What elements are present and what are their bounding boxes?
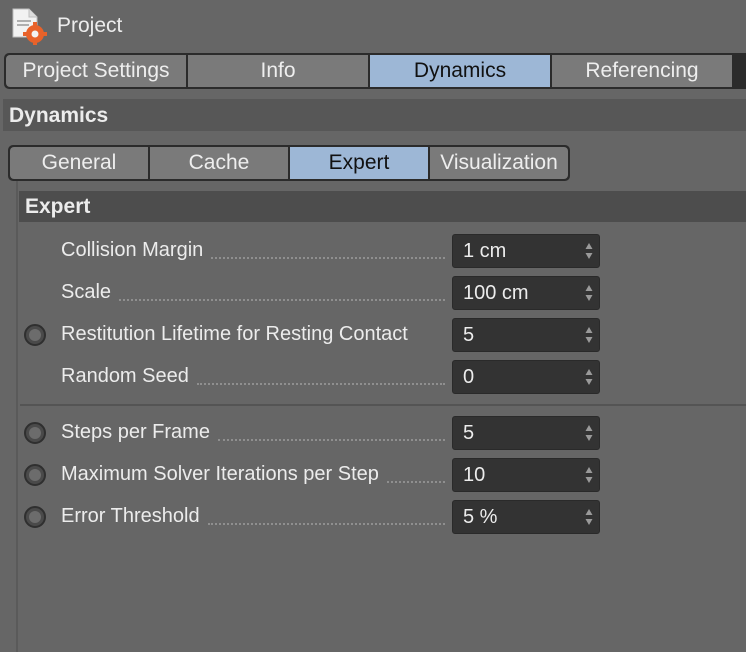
subtab-expert[interactable]: Expert <box>290 147 430 179</box>
leader-dots <box>386 467 445 483</box>
field-row-collision-margin: Collision Margin 1 cm <box>0 234 746 270</box>
spinner-arrows-icon[interactable] <box>585 466 593 484</box>
spinner-arrows-icon[interactable] <box>585 242 593 260</box>
animate-radio-button[interactable] <box>24 324 46 346</box>
field-row-restitution-lifetime: Restitution Lifetime for Resting Contact… <box>0 318 746 354</box>
spinner-arrows-icon[interactable] <box>585 508 593 526</box>
field-label: Error Threshold <box>61 505 445 528</box>
random-seed-input[interactable]: 0 <box>452 360 600 394</box>
field-row-max-solver-iterations: Maximum Solver Iterations per Step 10 <box>0 458 746 494</box>
animate-radio-button[interactable] <box>24 506 46 528</box>
field-value: 5 <box>463 422 475 444</box>
tab-project-settings[interactable]: Project Settings <box>6 55 188 87</box>
field-value: 1 cm <box>463 240 507 262</box>
field-label-text: Scale <box>61 281 112 303</box>
animate-radio-button[interactable] <box>24 464 46 486</box>
tab-dynamics[interactable]: Dynamics <box>370 55 552 87</box>
leader-dots <box>211 243 445 259</box>
field-label-text: Random Seed <box>61 365 189 387</box>
field-label-text: Error Threshold <box>61 505 200 527</box>
field-value: 0 <box>463 366 475 388</box>
field-label: Steps per Frame <box>61 421 445 444</box>
field-label-text: Restitution Lifetime for Resting Contact <box>61 323 408 345</box>
scale-input[interactable]: 100 cm <box>452 276 600 310</box>
restitution-lifetime-input[interactable]: 5 <box>452 318 600 352</box>
window-title: Project <box>57 14 123 37</box>
sub-tab-bar: General Cache Expert Visualization <box>8 145 570 181</box>
section-title: Dynamics <box>9 104 109 127</box>
field-label-text: Steps per Frame <box>61 421 210 443</box>
field-label-text: Collision Margin <box>61 239 204 261</box>
leader-dots <box>119 285 445 301</box>
subtab-visualization[interactable]: Visualization <box>430 147 568 179</box>
field-value: 10 <box>463 464 486 486</box>
subtab-cache[interactable]: Cache <box>150 147 290 179</box>
leader-dots <box>217 425 445 441</box>
project-gear-icon <box>12 8 47 45</box>
error-threshold-input[interactable]: 5 % <box>452 500 600 534</box>
field-row-scale: Scale 100 cm <box>0 276 746 312</box>
main-tab-bar: Project Settings Info Dynamics Referenci… <box>4 53 746 89</box>
animate-radio-button[interactable] <box>24 422 46 444</box>
field-label: Scale <box>61 281 445 304</box>
spinner-arrows-icon[interactable] <box>585 368 593 386</box>
field-label: Restitution Lifetime for Resting Contact <box>61 323 445 346</box>
group-header: Expert <box>19 191 746 222</box>
tab-referencing[interactable]: Referencing <box>552 55 734 87</box>
leader-dots <box>207 509 445 525</box>
spinner-arrows-icon[interactable] <box>585 284 593 302</box>
spinner-arrows-icon[interactable] <box>585 424 593 442</box>
field-value: 5 <box>463 324 475 346</box>
group-title: Expert <box>25 195 91 218</box>
leader-dots <box>196 369 445 385</box>
subtab-general[interactable]: General <box>10 147 150 179</box>
field-row-steps-per-frame: Steps per Frame 5 <box>0 416 746 452</box>
section-header: Dynamics <box>3 99 746 131</box>
field-label-text: Maximum Solver Iterations per Step <box>61 463 379 485</box>
field-label: Collision Margin <box>61 239 445 262</box>
steps-per-frame-input[interactable]: 5 <box>452 416 600 450</box>
title-row: Project <box>0 0 746 52</box>
collision-margin-input[interactable]: 1 cm <box>452 234 600 268</box>
field-value: 100 cm <box>463 282 529 304</box>
max-solver-iterations-input[interactable]: 10 <box>452 458 600 492</box>
field-label: Random Seed <box>61 365 445 388</box>
tab-info[interactable]: Info <box>188 55 370 87</box>
spinner-arrows-icon[interactable] <box>585 326 593 344</box>
divider <box>20 404 746 406</box>
field-label: Maximum Solver Iterations per Step <box>61 463 445 486</box>
field-row-error-threshold: Error Threshold 5 % <box>0 500 746 536</box>
field-value: 5 % <box>463 506 498 528</box>
field-row-random-seed: Random Seed 0 <box>0 360 746 396</box>
